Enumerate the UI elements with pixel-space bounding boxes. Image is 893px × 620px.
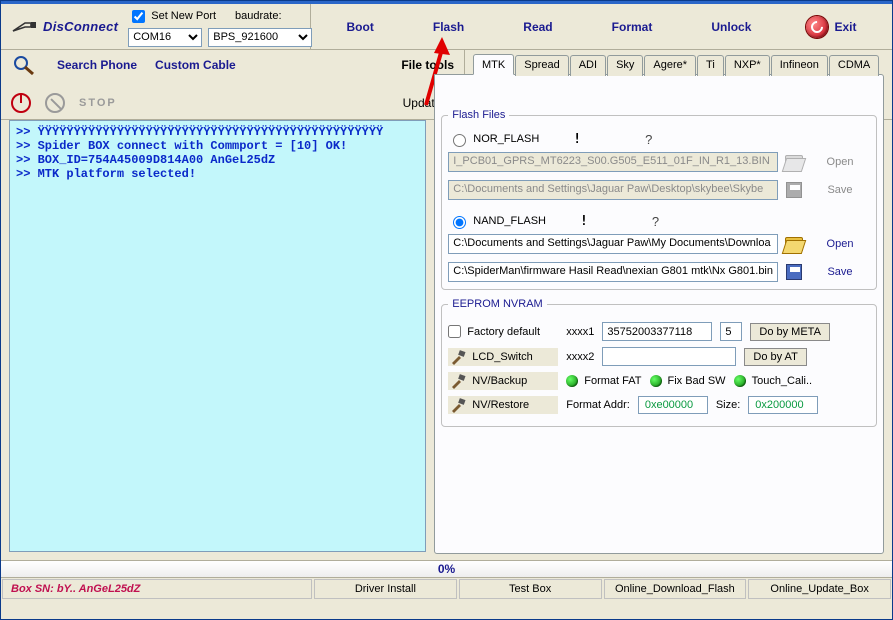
fix-bad-sw-button[interactable]: Fix Bad SW (650, 375, 726, 387)
help-icon-2: ? (652, 214, 659, 229)
format-button[interactable]: Format (608, 14, 657, 40)
excl-icon: ! (573, 132, 581, 147)
nand-flash-label: NAND_FLASH (473, 215, 546, 227)
mtk-panel: Flash Files NOR_FLASH ! ? I_PCB01_GPRS_M… (434, 74, 884, 554)
disconnect-label: DisConnect (43, 19, 118, 34)
help-icon: ? (645, 132, 652, 147)
nor-save-label: Save (810, 184, 870, 196)
tab-spread[interactable]: Spread (515, 55, 568, 76)
usb-plug-icon (11, 17, 37, 37)
magnifier-icon (11, 54, 39, 76)
boot-button[interactable]: Boot (343, 14, 378, 40)
power-icon (806, 16, 828, 38)
nor-save-button (782, 179, 806, 201)
hammer-icon (450, 373, 466, 389)
xxxx2-input[interactable] (602, 347, 736, 366)
test-box-button[interactable]: Test Box (459, 579, 602, 599)
set-new-port-label: Set New Port (151, 10, 216, 22)
hammer-icon (450, 397, 466, 413)
online-update-box-button[interactable]: Online_Update_Box (748, 579, 891, 599)
status-bar: Box SN: bY.. AnGeL25dZ Driver Install Te… (1, 578, 892, 600)
xxxx1-label: xxxx1 (566, 326, 594, 338)
disconnect-button[interactable]: DisConnect (7, 15, 122, 39)
touch-cali-button[interactable]: Touch_Cali.. (734, 375, 813, 387)
tab-mtk[interactable]: MTK (473, 54, 514, 75)
tab-cdma[interactable]: CDMA (829, 55, 879, 76)
nor-open-button (782, 151, 806, 173)
xxxx2-label: xxxx2 (566, 351, 594, 363)
tab-sky[interactable]: Sky (607, 55, 643, 76)
power-small-icon[interactable] (11, 93, 31, 113)
progress-text: 0% (438, 562, 455, 576)
nor-path1: I_PCB01_GPRS_MT6223_S00.G505_E511_01F_IN… (448, 152, 778, 172)
baudrate-label: baudrate: (235, 10, 281, 22)
read-button[interactable]: Read (519, 14, 556, 40)
log-console[interactable]: >> ŸŸŸŸŸŸŸŸŸŸŸŸŸŸŸŸŸŸŸŸŸŸŸŸŸŸŸŸŸŸŸŸŸŸŸŸŸ… (9, 120, 426, 552)
file-tools-button[interactable]: File tools (401, 58, 454, 72)
progress-bar: 0% (1, 560, 892, 578)
eeprom-legend: EEPROM NVRAM (448, 298, 546, 310)
nand-path1[interactable]: C:\Documents and Settings\Jaguar Paw\My … (448, 234, 778, 254)
factory-default-label: Factory default (467, 326, 540, 338)
nor-path2: C:\Documents and Settings\Jaguar Paw\Des… (448, 180, 778, 200)
format-fat-button[interactable]: Format FAT (566, 375, 641, 387)
tab-ti[interactable]: Ti (697, 55, 724, 76)
flash-button[interactable]: Flash (429, 14, 468, 40)
driver-install-button[interactable]: Driver Install (314, 579, 457, 599)
nand-open-label: Open (810, 238, 870, 250)
factory-default-checkbox[interactable] (448, 325, 461, 338)
size-label: Size: (716, 399, 740, 411)
nor-flash-label: NOR_FLASH (473, 133, 539, 145)
main-toolbar: DisConnect Set New Port baudrate: COM16 … (1, 4, 892, 50)
flash-files-group: Flash Files NOR_FLASH ! ? I_PCB01_GPRS_M… (441, 109, 877, 290)
nand-save-button[interactable] (782, 261, 806, 283)
eeprom-group: EEPROM NVRAM Factory default xxxx1 Do by… (441, 298, 877, 427)
nv-backup-button[interactable]: NV/Backup (448, 372, 558, 390)
tab-agere[interactable]: Agere* (644, 55, 696, 76)
xxxx1-extra-input[interactable] (720, 322, 742, 341)
stop-button: STOP (79, 97, 117, 109)
custom-cable-button[interactable]: Custom Cable (155, 58, 236, 72)
format-addr-label: Format Addr: (566, 399, 630, 411)
excl-icon-2: ! (580, 214, 588, 229)
nor-flash-radio[interactable] (453, 134, 466, 147)
nv-restore-button[interactable]: NV/Restore (448, 396, 558, 414)
stop-icon (45, 93, 65, 113)
nand-flash-radio[interactable] (453, 216, 466, 229)
exit-button[interactable]: Exit (834, 14, 860, 40)
tab-infineon[interactable]: Infineon (771, 55, 828, 76)
nand-open-button[interactable] (782, 233, 806, 255)
search-phone-button[interactable]: Search Phone (57, 58, 137, 72)
online-download-flash-button[interactable]: Online_Download_Flash (604, 579, 747, 599)
com-port-select[interactable]: COM16 (128, 28, 202, 47)
format-addr-value[interactable]: 0xe00000 (638, 396, 708, 414)
do-by-meta-button[interactable]: Do by META (750, 323, 830, 341)
lcd-switch-button[interactable]: LCD_Switch (448, 348, 558, 366)
box-sn: Box SN: bY.. AnGeL25dZ (2, 579, 312, 599)
platform-tabs: MTK Spread ADI Sky Agere* Ti NXP* Infine… (473, 54, 884, 75)
nand-path2[interactable]: C:\SpiderMan\firmware Hasil Read\nexian … (448, 262, 778, 282)
nor-open-label: Open (810, 156, 870, 168)
size-value[interactable]: 0x200000 (748, 396, 818, 414)
flash-files-legend: Flash Files (448, 109, 509, 121)
baudrate-select[interactable]: BPS_921600 (208, 28, 312, 47)
unlock-button[interactable]: Unlock (707, 14, 755, 40)
xxxx1-input[interactable] (602, 322, 712, 341)
hammer-icon (450, 349, 466, 365)
tab-nxp[interactable]: NXP* (725, 55, 770, 76)
nand-save-label: Save (810, 266, 870, 278)
set-new-port-checkbox[interactable] (132, 10, 145, 23)
do-by-at-button[interactable]: Do by AT (744, 348, 806, 366)
tab-adi[interactable]: ADI (570, 55, 606, 76)
